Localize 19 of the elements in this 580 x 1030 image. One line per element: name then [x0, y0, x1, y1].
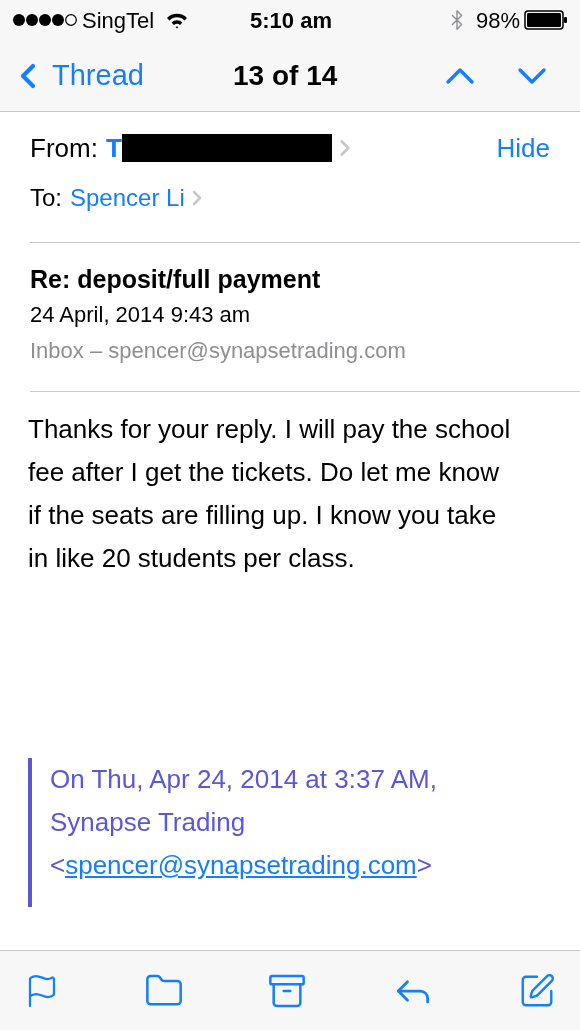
to-label: To: — [30, 183, 62, 213]
mailbox-account: Inbox – spencer@synapsetrading.com — [30, 337, 407, 365]
battery-percent: 98% — [475, 6, 520, 35]
sender-name[interactable]: T — [105, 128, 122, 168]
message-counter: 13 of 14 — [233, 58, 338, 93]
email-link[interactable]: spencer@synapsetrading.com — [65, 850, 417, 880]
recipient-name[interactable]: Spencer Li — [70, 180, 185, 216]
carrier-name: SingTel — [82, 6, 155, 35]
email-body: Thanks for your reply. I will pay the school fee after I get the tickets. Do let me know if the seats are filling up. I know you take in like 20 students per class. — [28, 413, 512, 575]
from-label: From: — [30, 131, 98, 165]
email-date: 24 April, 2014 9:43 am — [30, 301, 252, 329]
wifi-icon — [166, 11, 189, 29]
battery-icon — [524, 10, 568, 30]
back-button[interactable]: Thread — [0, 53, 144, 98]
clock-time: 5:10 am — [250, 6, 332, 35]
signal-icon — [12, 13, 78, 27]
hide-button[interactable]: Hide — [496, 128, 550, 168]
quoted-header: On Thu, Apr 24, 2014 at 3:37 AM, Synapse Trading <spencer@synapsetrading.com> — [50, 763, 438, 882]
email-subject: Re: deposit/full payment — [30, 264, 322, 295]
